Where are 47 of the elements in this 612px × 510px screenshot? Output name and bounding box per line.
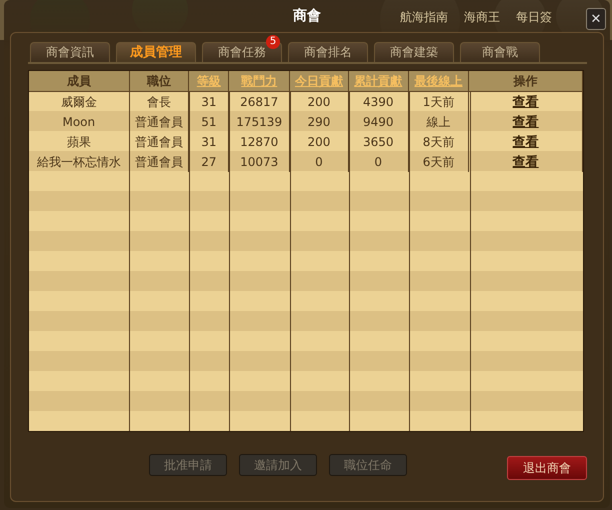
tab[interactable]: 成員管理 <box>116 42 196 62</box>
tab[interactable]: 商會排名 <box>288 42 368 62</box>
table-cell: 12870 <box>229 132 290 152</box>
table-cell: 4390 <box>348 92 409 112</box>
column-header: 職位 <box>130 71 190 91</box>
table-cell: 3650 <box>348 132 409 152</box>
table-cell: 普通會員 <box>130 112 190 132</box>
column-header: 操作 <box>469 71 583 91</box>
background-label: 每日簽 <box>516 9 552 26</box>
table-cell: 0 <box>348 152 409 172</box>
exit-button[interactable]: 退出商會 <box>507 456 587 480</box>
view-link[interactable]: 查看 <box>512 135 539 150</box>
tab[interactable]: 商會建築 <box>374 42 454 62</box>
table-cell: 普通會員 <box>130 152 190 172</box>
table-cell: 27 <box>189 152 230 172</box>
tab[interactable]: 商會資訊 <box>30 42 110 62</box>
table-cell: 威爾金 <box>29 92 130 112</box>
table-cell: 9490 <box>348 112 409 132</box>
table-cell: 給我一杯忘情水 <box>29 152 130 172</box>
table-cell: 175139 <box>229 112 290 132</box>
view-link[interactable]: 查看 <box>512 155 539 170</box>
view-link[interactable]: 查看 <box>512 115 539 130</box>
table-cell: 普通會員 <box>130 132 190 152</box>
table-cell: 51 <box>189 112 230 132</box>
background-label: 海商王 <box>464 9 500 26</box>
table-cell: 200 <box>290 132 349 152</box>
table-cell: 1天前 <box>408 92 470 112</box>
background-label: 航海指南 <box>400 9 448 26</box>
table-cell: 10073 <box>229 152 290 172</box>
tab[interactable]: 商會戰 <box>460 42 540 62</box>
table-cell: 200 <box>290 92 349 112</box>
table-cell: 290 <box>290 112 349 132</box>
count-badge: 5 <box>266 35 280 49</box>
table-cell: 31 <box>189 92 230 112</box>
close-button[interactable]: ✕ <box>586 8 606 30</box>
window-title: 商會 <box>293 7 321 25</box>
table-cell: Moon <box>29 112 130 132</box>
table-cell: 會長 <box>130 92 190 112</box>
table-cell: 31 <box>189 132 230 152</box>
view-link[interactable]: 查看 <box>512 95 539 110</box>
column-header: 成員 <box>29 71 130 91</box>
table-cell: 8天前 <box>408 132 470 152</box>
table-cell: 0 <box>290 152 349 172</box>
table-cell: 6天前 <box>408 152 470 172</box>
table-cell: 線上 <box>408 112 470 132</box>
table-cell: 蘋果 <box>29 132 130 152</box>
table-cell: 26817 <box>229 92 290 112</box>
